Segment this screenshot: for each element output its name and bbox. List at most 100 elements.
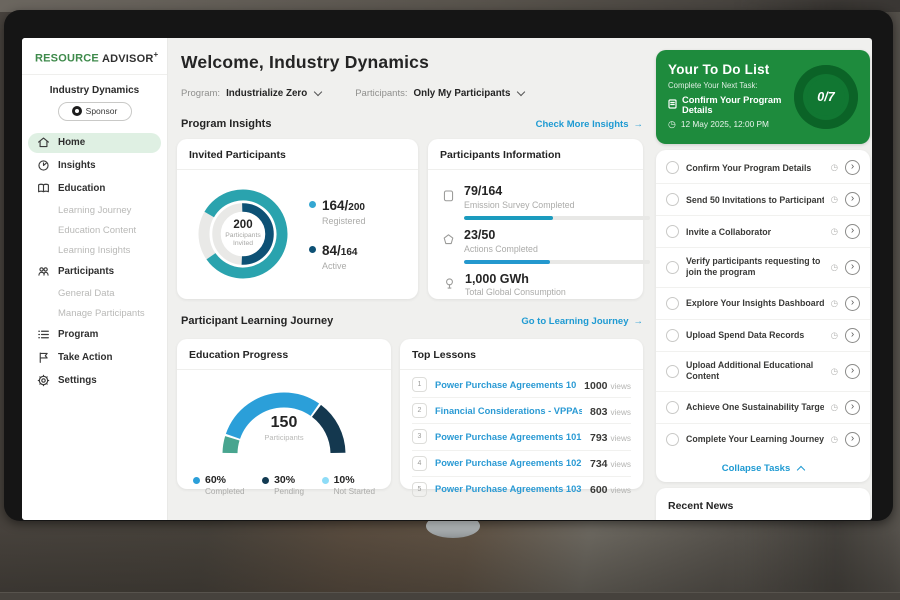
clock-icon: ◷ xyxy=(831,298,838,309)
task-checkbox[interactable] xyxy=(666,225,679,238)
task-open-button[interactable]: › xyxy=(845,160,860,175)
rank-badge: 3 xyxy=(412,429,427,444)
collapse-tasks-link[interactable]: Collapse Tasks xyxy=(656,455,870,476)
desk-edge xyxy=(0,592,900,600)
insights-icon xyxy=(36,159,50,173)
lesson-link[interactable]: Financial Considerations - VPPAs xyxy=(435,406,582,416)
sidebar-item-take-action[interactable]: Take Action xyxy=(28,348,161,368)
task-open-button[interactable]: › xyxy=(845,400,860,415)
lesson-link[interactable]: Power Purchase Agreements 102 xyxy=(435,458,582,468)
task-checkbox[interactable] xyxy=(666,401,679,414)
survey-icon xyxy=(442,185,455,222)
section-heading: Program Insights xyxy=(181,118,271,130)
lesson-link[interactable]: Power Purchase Agreements 101 xyxy=(435,432,582,442)
task-open-button[interactable]: › xyxy=(845,432,860,447)
settings-icon xyxy=(36,374,50,388)
task-row[interactable]: Achieve One Sustainability Target ◷ › xyxy=(656,392,870,424)
task-open-button[interactable]: › xyxy=(845,192,860,207)
top-lessons-card: Top Lessons 1 Power Purchase Agreements … xyxy=(400,339,643,489)
task-open-button[interactable]: › xyxy=(845,260,860,275)
task-checkbox[interactable] xyxy=(666,161,679,174)
progress-bar xyxy=(464,216,650,220)
sidebar-item-home[interactable]: Home xyxy=(28,133,161,153)
logo-plus: + xyxy=(153,50,158,59)
chevron-up-icon xyxy=(797,465,805,473)
go-to-learning-journey-link[interactable]: Go to Learning Journey → xyxy=(521,316,643,327)
lesson-row[interactable]: 2 Financial Considerations - VPPAs 803vi… xyxy=(412,398,631,424)
task-checkbox[interactable] xyxy=(666,365,679,378)
arrow-right-icon: → xyxy=(634,316,644,327)
legend-completed: 60% Completed xyxy=(193,474,245,496)
sidebar-item-education-content[interactable]: Education Content xyxy=(28,222,161,239)
participants-dropdown[interactable]: Participants: Only My Participants xyxy=(355,88,524,99)
section-heading: Participant Learning Journey xyxy=(181,315,333,327)
lesson-row[interactable]: 5 Power Purchase Agreements 103 600views xyxy=(412,477,631,502)
donut-legend: 164/200 Registered 84/164 Active xyxy=(309,197,366,271)
participants-information-card: Participants Information 79/164 Emission… xyxy=(428,139,643,299)
invited-participants-card: Invited Participants 200 Participants In… xyxy=(177,139,418,299)
arrow-right-icon: → xyxy=(634,119,644,130)
sidebar-item-manage-participants[interactable]: Manage Participants xyxy=(28,305,161,322)
task-checkbox[interactable] xyxy=(666,261,679,274)
education-progress-card: Education Progress 150 Participants 60% xyxy=(177,339,391,489)
sponsor-label: Sponsor xyxy=(86,106,118,116)
task-row[interactable]: Confirm Your Program Details ◷ › xyxy=(656,152,870,184)
task-open-button[interactable]: › xyxy=(845,328,860,343)
invited-donut-chart: 200 Participants Invited xyxy=(187,178,299,290)
sidebar-item-learning-journey[interactable]: Learning Journey xyxy=(28,202,161,219)
education-icon xyxy=(36,182,50,196)
task-row[interactable]: Invite a Collaborator ◷ › xyxy=(656,216,870,248)
card-title: Education Progress xyxy=(177,339,391,370)
lesson-link[interactable]: Power Purchase Agreements 101 xyxy=(435,380,576,390)
program-insights-row: Program Insights Check More Insights → xyxy=(181,118,643,130)
document-icon xyxy=(668,99,677,111)
task-row[interactable]: Explore Your Insights Dashboard ◷ › xyxy=(656,288,870,320)
todo-panel: Your To Do List Complete Your Next Task:… xyxy=(654,38,872,520)
lesson-link[interactable]: Power Purchase Agreements 103 xyxy=(435,484,582,494)
task-checkbox[interactable] xyxy=(666,433,679,446)
rank-badge: 2 xyxy=(412,403,427,418)
screen: RESOURCEADVISOR+ Industry Dynamics Spons… xyxy=(22,38,872,520)
sidebar-item-participants[interactable]: Participants xyxy=(28,262,161,282)
clock-icon: ◷ xyxy=(668,120,676,129)
task-row[interactable]: Verify participants requesting to join t… xyxy=(656,248,870,288)
task-open-button[interactable]: › xyxy=(845,224,860,239)
sidebar-item-education[interactable]: Education xyxy=(28,179,161,199)
lesson-row[interactable]: 1 Power Purchase Agreements 101 1000view… xyxy=(412,372,631,398)
sponsor-badge[interactable]: Sponsor xyxy=(58,102,132,121)
task-open-button[interactable]: › xyxy=(845,296,860,311)
program-dropdown[interactable]: Program: Industrialize Zero xyxy=(181,88,321,99)
sidebar-item-program[interactable]: Program xyxy=(28,325,161,345)
task-checkbox[interactable] xyxy=(666,329,679,342)
legend-pending: 30% Pending xyxy=(262,474,304,496)
logo-secondary: ADVISOR xyxy=(102,53,154,65)
task-checkbox[interactable] xyxy=(666,297,679,310)
donut-center-value: 200 xyxy=(216,219,270,231)
chevron-down-icon xyxy=(314,88,322,96)
todo-progress-ring: 0/7 xyxy=(794,65,858,129)
clock-icon: ◷ xyxy=(831,402,838,413)
lesson-row[interactable]: 3 Power Purchase Agreements 101 793views xyxy=(412,424,631,450)
scene: RESOURCEADVISOR+ Industry Dynamics Spons… xyxy=(0,0,900,600)
org-name: Industry Dynamics xyxy=(22,85,167,96)
home-icon xyxy=(36,136,50,150)
task-row[interactable]: Upload Additional Educational Content ◷ … xyxy=(656,352,870,392)
task-checkbox[interactable] xyxy=(666,193,679,206)
task-row[interactable]: Complete Your Learning Journey ◷ › xyxy=(656,424,870,455)
sidebar-item-insights[interactable]: Insights xyxy=(28,156,161,176)
sidebar-item-learning-insights[interactable]: Learning Insights xyxy=(28,242,161,259)
recent-news-card: Recent News xyxy=(656,488,870,520)
lesson-row[interactable]: 4 Power Purchase Agreements 102 734views xyxy=(412,451,631,477)
task-row[interactable]: Upload Spend Data Records ◷ › xyxy=(656,320,870,352)
clock-icon: ◷ xyxy=(831,194,838,205)
task-open-button[interactable]: › xyxy=(845,364,860,379)
legend-dot xyxy=(262,477,269,484)
stat-actions-completed: 23/50 Actions Completed xyxy=(442,229,629,266)
task-row[interactable]: Send 50 Invitations to Participants ◷ › xyxy=(656,184,870,216)
check-more-insights-link[interactable]: Check More Insights → xyxy=(536,119,643,130)
legend-dot xyxy=(309,246,316,253)
sidebar-item-general-data[interactable]: General Data xyxy=(28,285,161,302)
rank-badge: 4 xyxy=(412,456,427,471)
sidebar-item-settings[interactable]: Settings xyxy=(28,371,161,391)
legend-dot xyxy=(309,201,316,208)
